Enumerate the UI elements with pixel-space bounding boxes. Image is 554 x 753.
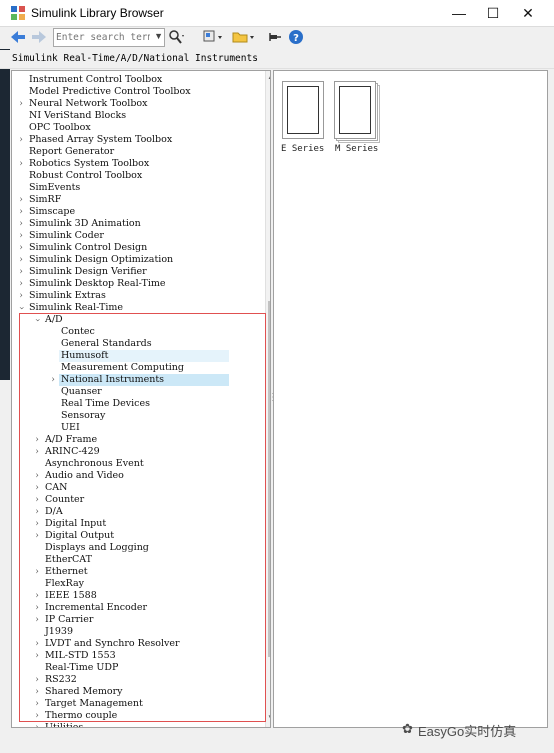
block-icon xyxy=(334,81,376,139)
tree-item[interactable]: OPC Toolbox xyxy=(12,122,262,134)
collapsed-arrow-icon[interactable]: › xyxy=(16,206,26,218)
tree-item-label: Utilities xyxy=(45,722,84,728)
tree-item[interactable]: › Phased Array System Toolbox xyxy=(12,134,262,146)
search-box[interactable]: ▼ xyxy=(53,28,165,47)
tree-item-label: Simulink Control Design xyxy=(29,242,148,253)
tree-item-label: SimRF xyxy=(29,194,62,205)
collapsed-arrow-icon[interactable]: › xyxy=(16,254,26,266)
collapsed-arrow-icon[interactable]: › xyxy=(16,98,26,110)
search-options-icon[interactable] xyxy=(168,29,186,45)
tree-item-label: Simulink 3D Animation xyxy=(29,218,141,229)
tree-item[interactable]: › Robotics System Toolbox xyxy=(12,158,262,170)
tree-item[interactable]: › Simulink Coder xyxy=(12,230,262,242)
tree-item[interactable]: › Simscape xyxy=(12,206,262,218)
tree-item-label: Simulink Coder xyxy=(29,230,104,241)
block-label: M Series xyxy=(335,144,379,154)
block-pane: E Series M Series xyxy=(273,70,548,728)
collapsed-arrow-icon[interactable]: › xyxy=(16,242,26,254)
tree-item[interactable]: › Simulink Extras xyxy=(12,290,262,302)
search-input[interactable] xyxy=(56,29,150,45)
refresh-icon[interactable] xyxy=(202,29,224,45)
tree-item[interactable]: › Simulink Design Verifier xyxy=(12,266,262,278)
watermark: EasyGo实时仿真 xyxy=(418,724,517,739)
pin-icon[interactable] xyxy=(268,30,282,44)
tree-item-label: SimEvents xyxy=(29,182,81,193)
svg-text:?: ? xyxy=(293,33,299,44)
tree-item-label: OPC Toolbox xyxy=(29,122,91,133)
collapsed-arrow-icon[interactable]: › xyxy=(16,290,26,302)
tree-item-label: Simscape xyxy=(29,206,76,217)
tree-item[interactable]: NI VeriStand Blocks xyxy=(12,110,262,122)
block-icon xyxy=(282,81,324,139)
tree-item-label: Report Generator xyxy=(29,146,115,157)
forward-arrow-icon[interactable] xyxy=(31,30,47,44)
folder-icon[interactable] xyxy=(232,29,256,45)
expanded-arrow-icon[interactable]: › xyxy=(15,303,27,313)
tree-item-label: Robotics System Toolbox xyxy=(29,158,150,169)
collapsed-arrow-icon[interactable]: › xyxy=(16,194,26,206)
tree-item[interactable]: SimEvents xyxy=(12,182,262,194)
window-title: Simulink Library Browser xyxy=(31,6,164,20)
collapsed-arrow-icon[interactable]: › xyxy=(16,158,26,170)
scroll-up-icon[interactable]: ▲ xyxy=(267,72,270,81)
tree-item-label: Simulink Desktop Real-Time xyxy=(29,278,166,289)
tree-item-label: Simulink Design Optimization xyxy=(29,254,174,265)
block-label: E Series xyxy=(281,144,325,154)
collapsed-arrow-icon[interactable]: › xyxy=(32,722,42,727)
close-button[interactable]: ✕ xyxy=(505,0,551,26)
simulink-library-icon xyxy=(11,6,25,20)
background-window-edge xyxy=(0,26,10,380)
collapsed-arrow-icon[interactable]: › xyxy=(16,218,26,230)
collapsed-arrow-icon[interactable]: › xyxy=(16,134,26,146)
tree-item[interactable]: › Neural Network Toolbox xyxy=(12,98,262,110)
tree-item-label: Model Predictive Control Toolbox xyxy=(29,86,191,97)
back-arrow-icon[interactable] xyxy=(10,30,26,44)
scroll-thumb[interactable] xyxy=(268,301,270,657)
collapsed-arrow-icon[interactable]: › xyxy=(16,266,26,278)
collapsed-arrow-icon[interactable]: › xyxy=(16,230,26,242)
breadcrumb: Simulink Real-Time/A/D/National Instrume… xyxy=(12,53,258,64)
tree-item[interactable]: › Simulink 3D Animation xyxy=(12,218,262,230)
wechat-icon: ✿ xyxy=(402,721,413,736)
tree-item[interactable]: Report Generator xyxy=(12,146,262,158)
annotation-box xyxy=(19,313,266,722)
tree-item-label: Neural Network Toolbox xyxy=(29,98,148,109)
scroll-down-icon[interactable]: ▼ xyxy=(267,713,270,722)
collapsed-arrow-icon[interactable]: › xyxy=(16,278,26,290)
help-icon[interactable]: ? xyxy=(288,29,304,45)
chevron-down-icon[interactable]: ▼ xyxy=(154,31,163,41)
tree-item-label: Phased Array System Toolbox xyxy=(29,134,173,145)
tree-item[interactable]: Robust Control Toolbox xyxy=(12,170,262,182)
tree-item-label: Simulink Design Verifier xyxy=(29,266,147,277)
tree-item-label: Simulink Extras xyxy=(29,290,106,301)
tree-item[interactable]: › Simulink Desktop Real-Time xyxy=(12,278,262,290)
tree-item[interactable]: Instrument Control Toolbox xyxy=(12,74,262,86)
tree-item[interactable]: Model Predictive Control Toolbox xyxy=(12,86,262,98)
tree-item-label: NI VeriStand Blocks xyxy=(29,110,127,121)
tree-item[interactable]: › SimRF xyxy=(12,194,262,206)
tree-item-label: Instrument Control Toolbox xyxy=(29,74,163,85)
tree-item-label: Robust Control Toolbox xyxy=(29,170,143,181)
tree-item[interactable]: › Simulink Design Optimization xyxy=(12,254,262,266)
tree-item[interactable]: › Simulink Control Design xyxy=(12,242,262,254)
tree-item[interactable]: › Utilities xyxy=(12,722,262,728)
